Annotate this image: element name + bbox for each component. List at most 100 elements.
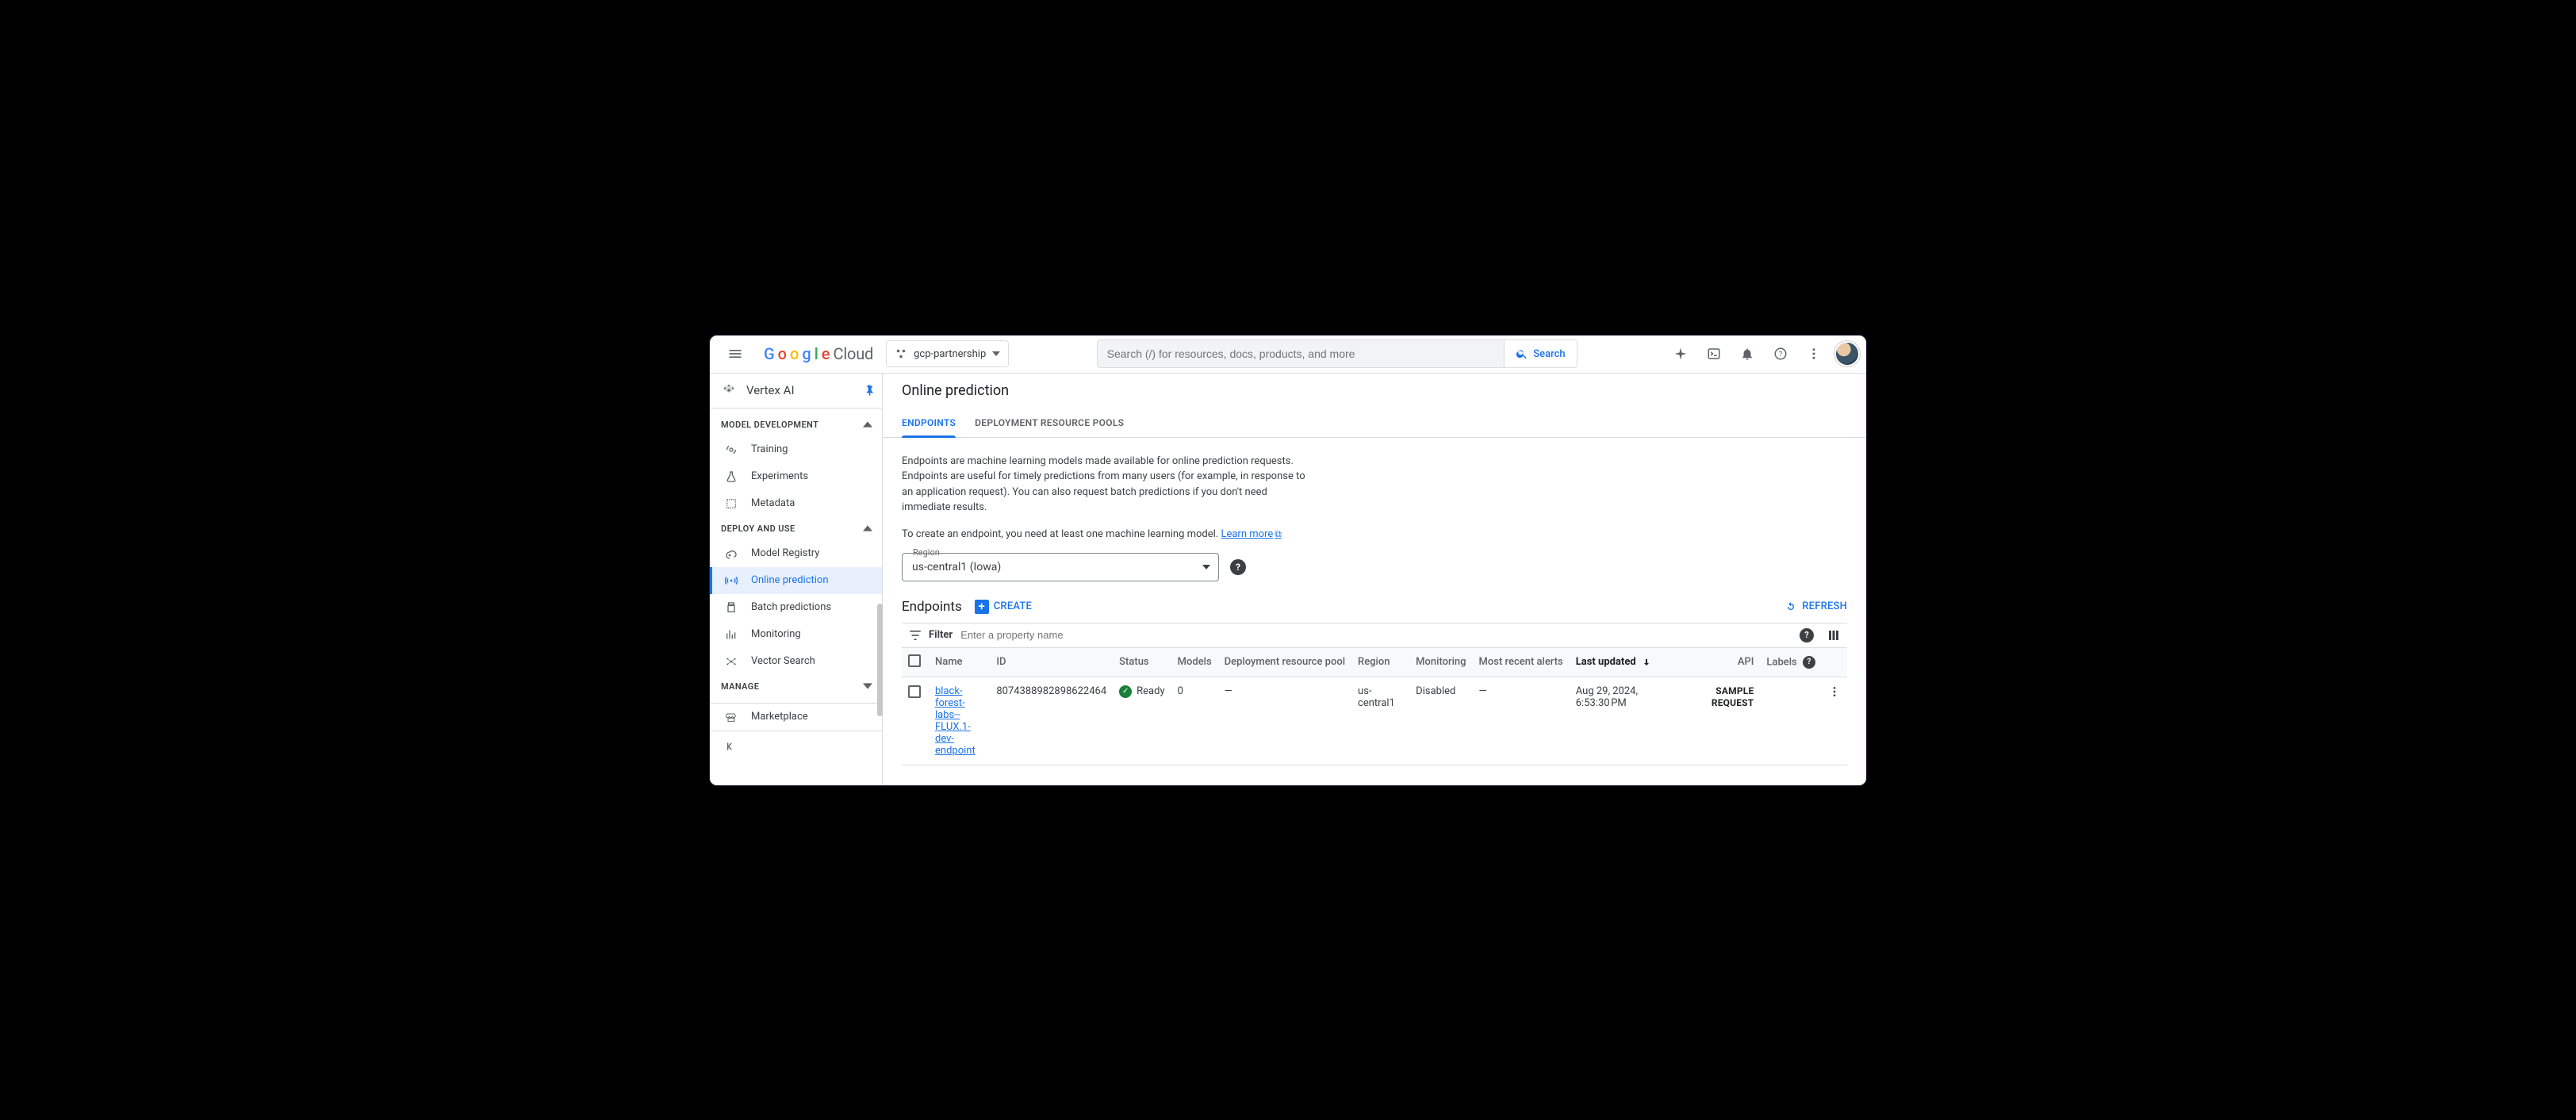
- col-labels[interactable]: Labels ?: [1760, 648, 1822, 677]
- plus-icon: +: [975, 600, 989, 614]
- sidebar-section-header-model-development[interactable]: MODEL DEVELOPMENT: [710, 413, 882, 436]
- sidebar-section-header-manage[interactable]: MANAGE: [710, 675, 882, 698]
- search-button-label: Search: [1533, 348, 1565, 360]
- col-models[interactable]: Models: [1171, 648, 1218, 677]
- notifications-icon[interactable]: [1731, 338, 1763, 370]
- sidebar-item-online-prediction[interactable]: Online prediction: [710, 567, 882, 594]
- col-name[interactable]: Name: [929, 648, 990, 677]
- sidebar-item-monitoring[interactable]: Monitoring: [710, 621, 882, 648]
- region-help-icon[interactable]: ?: [1230, 559, 1246, 575]
- sidebar-section-title: DEPLOY AND USE: [721, 524, 795, 534]
- select-all-checkbox[interactable]: [908, 654, 921, 667]
- project-icon: [895, 347, 907, 360]
- vertex-ai-icon: [721, 382, 737, 398]
- column-display-icon[interactable]: [1827, 628, 1841, 642]
- help-icon[interactable]: ?: [1765, 338, 1796, 370]
- cell-id: 8074388982898622464: [990, 677, 1113, 765]
- sidebar-item-label: Marketplace: [751, 711, 808, 723]
- marketplace-icon: [724, 711, 738, 723]
- project-picker[interactable]: gcp-partnership: [886, 340, 1009, 367]
- search-button[interactable]: Search: [1504, 340, 1576, 367]
- create-button-label: CREATE: [994, 600, 1032, 612]
- chevron-up-icon: [863, 420, 872, 429]
- sidebar-item-experiments[interactable]: Experiments: [710, 463, 882, 490]
- training-icon: [724, 443, 738, 456]
- region-field: Region us-central1 (Iowa): [902, 553, 1219, 581]
- region-value: us-central1 (Iowa): [912, 561, 1001, 573]
- sidebar-scrollbar[interactable]: [877, 604, 883, 716]
- col-api[interactable]: API: [1681, 648, 1761, 677]
- col-monitoring[interactable]: Monitoring: [1409, 648, 1472, 677]
- sidebar-item-label: Model Registry: [751, 547, 819, 559]
- row-checkbox[interactable]: [908, 685, 921, 698]
- col-id[interactable]: ID: [990, 648, 1113, 677]
- tab-label: ENDPOINTS: [902, 417, 956, 428]
- filter-input[interactable]: [959, 628, 1793, 642]
- gemini-icon[interactable]: [1665, 338, 1696, 370]
- tab-endpoints[interactable]: ENDPOINTS: [902, 408, 956, 437]
- labels-help-icon[interactable]: ?: [1803, 656, 1815, 669]
- sidebar-item-batch-predictions[interactable]: Batch predictions: [710, 594, 882, 621]
- sidebar-item-training[interactable]: Training: [710, 436, 882, 463]
- chevron-down-icon: [1202, 565, 1210, 570]
- cell-status: ✓ Ready: [1119, 685, 1164, 698]
- model-registry-icon: [724, 547, 738, 560]
- sample-request-button[interactable]: SAMPLE REQUEST: [1712, 685, 1754, 708]
- col-labels-label: Labels: [1766, 656, 1796, 668]
- filter-label: Filter: [929, 629, 953, 641]
- more-icon[interactable]: [1798, 338, 1830, 370]
- experiments-icon: [724, 470, 738, 483]
- row-more-icon[interactable]: [1828, 685, 1841, 698]
- sidebar-section-title: MODEL DEVELOPMENT: [721, 420, 818, 430]
- refresh-button-label: REFRESH: [1802, 600, 1847, 612]
- endpoint-name-link[interactable]: black-forest-labs--FLUX.1-dev-endpoint: [935, 685, 983, 757]
- top-bar: Google Cloud gcp-partnership Search: [710, 336, 1866, 374]
- project-name: gcp-partnership: [914, 348, 986, 360]
- cloud-shell-icon[interactable]: [1698, 338, 1730, 370]
- col-alerts[interactable]: Most recent alerts: [1473, 648, 1570, 677]
- create-hint-text: To create an endpoint, you need at least…: [902, 528, 1221, 540]
- pin-icon[interactable]: [863, 384, 876, 397]
- cell-last-updated: Aug 29, 2024, 6:53:30 PM: [1570, 677, 1681, 765]
- col-status[interactable]: Status: [1113, 648, 1171, 677]
- avatar[interactable]: [1834, 341, 1860, 366]
- sidebar-item-label: Vector Search: [751, 655, 815, 667]
- sidebar-section-header-deploy-use[interactable]: DEPLOY AND USE: [710, 517, 882, 540]
- metadata-icon: [724, 497, 738, 510]
- external-link-icon: ⧉: [1275, 528, 1282, 539]
- sort-desc-icon: [1642, 658, 1651, 667]
- region-select[interactable]: us-central1 (Iowa): [902, 553, 1219, 581]
- tab-deployment-resource-pools[interactable]: DEPLOYMENT RESOURCE POOLS: [975, 408, 1124, 437]
- search-input[interactable]: [1098, 340, 1505, 367]
- col-last-updated[interactable]: Last updated: [1570, 648, 1681, 677]
- learn-more-label: Learn more: [1221, 528, 1273, 540]
- sidebar-item-marketplace[interactable]: Marketplace: [710, 704, 882, 731]
- filter-help-icon[interactable]: ?: [1800, 628, 1814, 642]
- tab-label: DEPLOYMENT RESOURCE POOLS: [975, 417, 1124, 428]
- refresh-button[interactable]: REFRESH: [1784, 600, 1847, 613]
- table-header: Name ID Status Models Deployment resourc…: [902, 648, 1847, 677]
- sidebar-item-label: Training: [751, 443, 788, 455]
- tabs: ENDPOINTS DEPLOYMENT RESOURCE POOLS: [883, 408, 1866, 438]
- app-window: Google Cloud gcp-partnership Search: [709, 335, 1867, 786]
- sidebar-section-title: MANAGE: [721, 681, 759, 692]
- create-button[interactable]: + CREATE: [975, 600, 1032, 614]
- cell-models: 0: [1171, 677, 1218, 765]
- monitoring-icon: [724, 628, 738, 641]
- search-container: Search: [1018, 339, 1655, 368]
- endpoints-table: Name ID Status Models Deployment resourc…: [902, 648, 1847, 765]
- col-region[interactable]: Region: [1351, 648, 1409, 677]
- sidebar-item-model-registry[interactable]: Model Registry: [710, 540, 882, 567]
- page-title: Online prediction: [902, 382, 1009, 399]
- chevron-up-icon: [863, 524, 872, 533]
- sidebar-item-metadata[interactable]: Metadata: [710, 490, 882, 517]
- description-text: Endpoints are machine learning models ma…: [902, 454, 1314, 516]
- search-box: Search: [1097, 339, 1577, 368]
- sidebar-item-label: Metadata: [751, 497, 795, 509]
- nav-menu-button[interactable]: [719, 338, 751, 370]
- sidebar-item-vector-search[interactable]: Vector Search: [710, 648, 882, 675]
- col-pool[interactable]: Deployment resource pool: [1218, 648, 1351, 677]
- learn-more-link[interactable]: Learn more⧉: [1221, 528, 1281, 540]
- google-cloud-logo[interactable]: Google Cloud: [761, 344, 876, 363]
- sidebar-collapse-button[interactable]: [710, 731, 882, 762]
